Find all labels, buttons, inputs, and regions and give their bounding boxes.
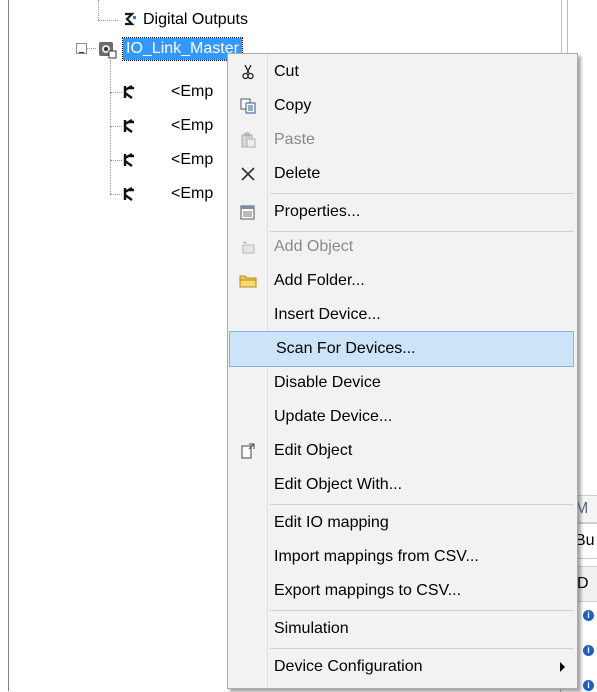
menu-item-paste[interactable]: Paste [228,123,577,157]
info-icon: i [583,610,594,621]
menu-separator [270,504,573,505]
tree-item-io-link-master-selected[interactable]: IO_Link_Master [122,37,243,61]
menu-item-label: Simulation [274,620,349,637]
digital-output-icon [122,11,138,27]
menu-item-update-device[interactable]: Update Device... [228,400,577,434]
io-link-port-icon [122,84,136,100]
menu-item-insert-device[interactable]: Insert Device... [228,298,577,332]
tree-connector [110,160,122,161]
menu-item-label: Copy [274,97,312,114]
menu-item-label: Cut [274,63,299,80]
info-icon: i [583,645,594,656]
paste-icon [228,123,268,157]
tree-item-empty-slot-1[interactable]: <Emp [171,81,213,103]
menu-item-label: Delete [274,165,321,182]
tree-connector [110,194,122,195]
tree-connector [98,20,118,21]
delete-x-icon [228,157,268,191]
menu-item-label: Edit Object [274,442,353,459]
menu-item-label: Insert Device... [274,306,381,323]
menu-item-edit-object[interactable]: Edit Object [228,434,577,468]
properties-icon [228,195,268,229]
menu-item-label: Properties... [274,203,361,220]
menu-separator [270,610,573,611]
add-object-icon [228,230,268,264]
tree-connector [110,92,122,93]
copy-icon [228,89,268,123]
menu-item-label: Edit Object With... [274,476,403,493]
menu-item-export-mappings-csv[interactable]: Export mappings to CSV... [228,574,577,608]
menu-item-label: Device Configuration [274,658,423,675]
scissors-icon [228,55,268,89]
menu-item-label: Update Device... [274,408,393,425]
folder-icon [228,264,268,298]
tree-connector [98,0,99,20]
menu-separator [270,648,573,649]
info-icon: i [583,680,594,691]
menu-item-label: Edit IO mapping [274,514,389,531]
menu-item-label: Export mappings to CSV... [274,582,462,599]
menu-item-label: Scan For Devices... [276,340,416,357]
menu-item-label: Add Folder... [274,272,365,289]
left-panel-border [8,0,9,691]
mapping-table-header-label: D [577,575,589,592]
menu-item-label: Paste [274,131,315,148]
submenu-arrow-icon [560,662,565,672]
menu-item-properties[interactable]: Properties... [228,195,577,229]
menu-item-label: Disable Device [274,374,381,391]
menu-item-label: Add Object [274,238,354,255]
edit-object-icon [228,434,268,468]
tree-item-empty-slot-4[interactable]: <Emp [171,183,213,205]
menu-item-add-folder[interactable]: Add Folder... [228,264,577,298]
menu-item-add-object[interactable]: Add Object [228,230,577,264]
menu-item-edit-object-with[interactable]: Edit Object With... [228,468,577,502]
menu-item-cut[interactable]: Cut [228,55,577,89]
tree-connector [86,48,96,49]
menu-item-delete[interactable]: Delete [228,157,577,191]
tree-connector [110,126,122,127]
io-link-master-device-icon [97,39,117,59]
menu-item-edit-io-mapping[interactable]: Edit IO mapping [228,506,577,540]
menu-item-simulation[interactable]: Simulation [228,612,577,646]
menu-item-scan-for-devices[interactable]: Scan For Devices... [229,331,574,367]
menu-item-label: Import mappings from CSV... [274,548,479,565]
menu-item-copy[interactable]: Copy [228,89,577,123]
tree-item-empty-slot-2[interactable]: <Emp [171,115,213,137]
io-link-port-icon [122,186,136,202]
context-menu: Cut Copy Paste Delete Properties... Add … [227,53,578,689]
tree-item-empty-slot-3[interactable]: <Emp [171,149,213,171]
tree-connector [110,60,111,194]
io-link-port-icon [122,152,136,168]
menu-separator [270,193,573,194]
menu-item-disable-device[interactable]: Disable Device [228,366,577,400]
menu-item-device-configuration[interactable]: Device Configuration [228,650,577,684]
menu-item-import-mappings-csv[interactable]: Import mappings from CSV... [228,540,577,574]
tree-item-digital-outputs[interactable]: Digital Outputs [143,9,248,31]
io-link-port-icon [122,118,136,134]
